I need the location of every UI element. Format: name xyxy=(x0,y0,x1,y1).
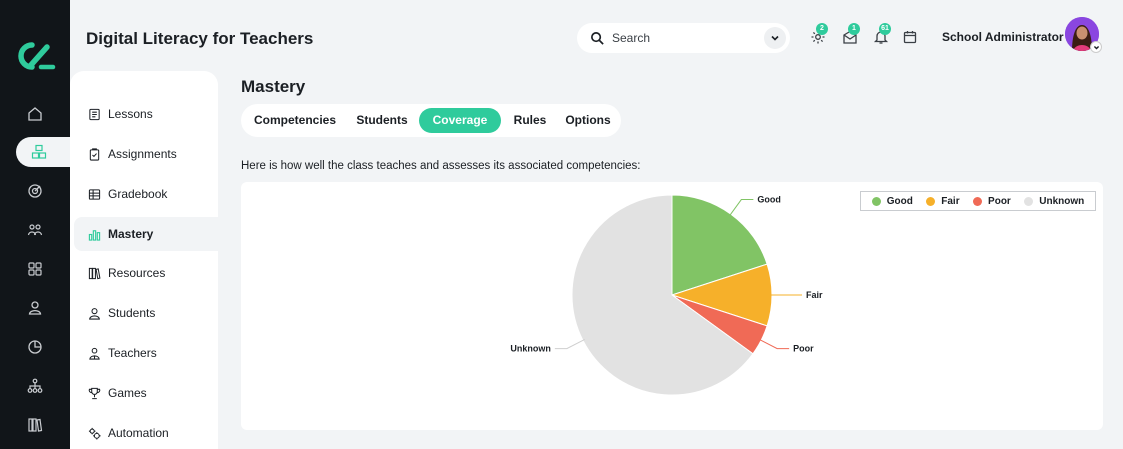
nav-item-label: Mastery xyxy=(108,227,154,241)
rail-home-icon[interactable] xyxy=(0,99,70,129)
intro-text: Here is how well the class teaches and a… xyxy=(241,160,641,172)
books-icon xyxy=(88,267,101,279)
nav-item-label: Gradebook xyxy=(108,187,168,201)
trophy-icon xyxy=(88,387,101,399)
tab-coverage[interactable]: Coverage xyxy=(419,108,501,133)
nav-item-label: Assignments xyxy=(108,147,177,161)
legend-item-poor[interactable]: Poor xyxy=(973,196,1011,207)
nav-item-label: Students xyxy=(108,306,156,320)
tab-bar: Competencies Students Coverage Rules Opt… xyxy=(241,104,621,137)
icon-rail xyxy=(0,0,84,449)
chart-legend: Good Fair Poor Unknown xyxy=(860,191,1096,211)
search-icon xyxy=(591,31,604,45)
search-dropdown-button[interactable] xyxy=(764,27,786,49)
leader-line-good xyxy=(729,199,754,217)
table-icon xyxy=(88,188,101,200)
person-icon xyxy=(89,307,100,320)
coverage-pie-chart: Good Fair Poor Unknown xyxy=(510,194,823,396)
app-window: Digital Literacy for Teachers 2 1 61 Sch… xyxy=(0,0,1123,449)
tab-options[interactable]: Options xyxy=(557,108,619,133)
nav-item-resources[interactable]: Resources xyxy=(88,263,165,283)
chevron-down-icon xyxy=(1093,45,1099,50)
settings-button[interactable]: 2 xyxy=(810,23,828,45)
legend-label: Fair xyxy=(941,195,960,207)
bar-chart-icon xyxy=(88,229,101,241)
user-menu-toggle[interactable] xyxy=(1090,41,1102,53)
leader-line-unknown xyxy=(554,339,585,350)
calendar-icon xyxy=(903,31,917,44)
nav-item-automation[interactable]: Automation xyxy=(88,423,169,443)
search-input[interactable] xyxy=(612,31,752,45)
legend-item-good[interactable]: Good xyxy=(871,195,913,207)
clipboard-icon xyxy=(89,147,100,161)
legend-label: Unknown xyxy=(1039,195,1085,207)
teacher-icon xyxy=(89,347,100,360)
messages-badge: 1 xyxy=(848,23,860,35)
rail-hierarchy-icon[interactable] xyxy=(0,371,70,401)
notifications-badge: 61 xyxy=(879,23,891,35)
nav-item-lessons[interactable]: Lessons xyxy=(88,104,153,124)
nav-item-mastery[interactable]: Mastery xyxy=(74,217,218,251)
chevron-down-icon xyxy=(771,35,779,41)
chart-card: Good Fair Poor Unknown xyxy=(241,182,1103,430)
legend-swatch-unknown xyxy=(1024,196,1034,206)
nav-item-label: Games xyxy=(108,386,147,400)
nav-item-label: Resources xyxy=(108,266,166,280)
search-bar[interactable] xyxy=(577,23,790,53)
document-icon xyxy=(89,108,100,120)
settings-badge: 2 xyxy=(816,23,828,35)
notifications-button[interactable]: 61 xyxy=(873,23,891,45)
tab-rules[interactable]: Rules xyxy=(505,108,555,133)
messages-button[interactable]: 1 xyxy=(842,23,860,45)
rail-books-icon[interactable] xyxy=(0,410,70,440)
nav-item-gradebook[interactable]: Gradebook xyxy=(88,184,167,204)
app-logo-icon[interactable] xyxy=(17,41,57,71)
tab-students[interactable]: Students xyxy=(345,108,419,133)
rail-grid-icon[interactable] xyxy=(0,254,70,284)
pie-label-good: Good xyxy=(757,195,781,205)
pie-label-poor: Poor xyxy=(793,344,814,354)
legend-item-unknown[interactable]: Unknown xyxy=(1024,196,1084,207)
tab-competencies[interactable]: Competencies xyxy=(245,108,345,133)
nav-item-students[interactable]: Students xyxy=(88,303,155,323)
rail-chart-pie-icon[interactable] xyxy=(0,332,70,362)
pie-label-unknown: Unknown xyxy=(510,344,550,354)
legend-swatch-poor xyxy=(973,196,983,206)
pie-label-fair: Fair xyxy=(806,290,823,300)
page-title: Mastery xyxy=(241,77,306,96)
legend-swatch-fair xyxy=(926,196,936,206)
legend-label: Poor xyxy=(988,195,1011,207)
rail-people-icon[interactable] xyxy=(0,215,70,245)
rail-person-icon[interactable] xyxy=(0,293,70,323)
gears-icon xyxy=(88,427,101,440)
nav-item-games[interactable]: Games xyxy=(88,383,147,403)
rail-target-icon[interactable] xyxy=(0,176,70,206)
nav-item-assignments[interactable]: Assignments xyxy=(88,144,177,164)
app-title: Digital Literacy for Teachers xyxy=(86,29,314,48)
legend-label: Good xyxy=(886,195,913,207)
secondary-nav: Lessons Assignments Gradebook Mastery Re… xyxy=(70,71,218,449)
nav-item-label: Teachers xyxy=(108,346,157,360)
user-name[interactable]: School Administrator xyxy=(942,30,1064,44)
nav-item-label: Lessons xyxy=(108,107,153,121)
leader-line-poor xyxy=(759,339,790,350)
calendar-button[interactable] xyxy=(902,29,918,45)
legend-swatch-good xyxy=(871,196,881,206)
nav-item-label: Automation xyxy=(108,426,169,440)
nav-item-teachers[interactable]: Teachers xyxy=(88,343,157,363)
legend-item-fair[interactable]: Fair xyxy=(926,195,960,207)
